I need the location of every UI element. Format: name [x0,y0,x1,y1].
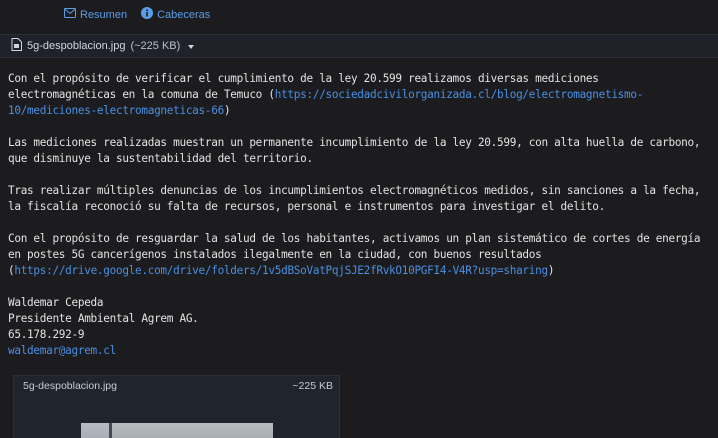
paragraph-3: Tras realizar múltiples denuncias de los… [8,184,701,213]
headers-label: Cabeceras [157,8,211,21]
preview-size: ~225 KB [292,380,333,392]
paragraph-2: Las mediciones realizadas muestran un pe… [8,136,701,165]
paragraph-4-end: ) [547,264,555,277]
message-toolbar: Resumen Cabeceras [64,7,210,22]
preview-header: 5g-despoblacion.jpg ~225 KB [14,376,339,392]
attachment-bar[interactable]: 5g-despoblacion.jpg (~225 KB) [0,34,718,58]
drive-link[interactable]: https://drive.google.com/drive/folders/1… [14,264,548,277]
summary-link[interactable]: Resumen [64,8,127,21]
paragraph-1: Con el propósito de verificar el cumplim… [8,71,712,119]
paragraph-1-end: ) [223,104,231,117]
paragraph-4: Con el propósito de resguardar la salud … [8,231,712,279]
signature-email-link[interactable]: waldemar@agrem.cl [8,344,116,357]
attachment-filename: 5g-despoblacion.jpg [27,40,126,52]
image-file-icon [11,38,22,54]
envelope-icon [64,8,76,21]
signature-rut: 65.178.292-9 [8,328,85,341]
summary-label: Resumen [80,8,128,21]
antenna-tower-image [109,423,112,438]
preview-filename: 5g-despoblacion.jpg [23,380,117,392]
attachment-size: (~225 KB) [130,40,181,52]
preview-image[interactable] [81,423,273,438]
signature-title: Presidente Ambiental Agrem AG. [8,312,199,325]
headers-link[interactable]: Cabeceras [141,7,210,22]
message-body: Con el propósito de verificar el cumplim… [8,71,712,359]
attachment-preview[interactable]: 5g-despoblacion.jpg ~225 KB [13,375,340,438]
chevron-down-icon[interactable] [188,44,195,49]
signature: Waldemar Cepeda Presidente Ambiental Agr… [8,295,712,359]
signature-name: Waldemar Cepeda [8,296,104,309]
info-icon [141,7,154,22]
